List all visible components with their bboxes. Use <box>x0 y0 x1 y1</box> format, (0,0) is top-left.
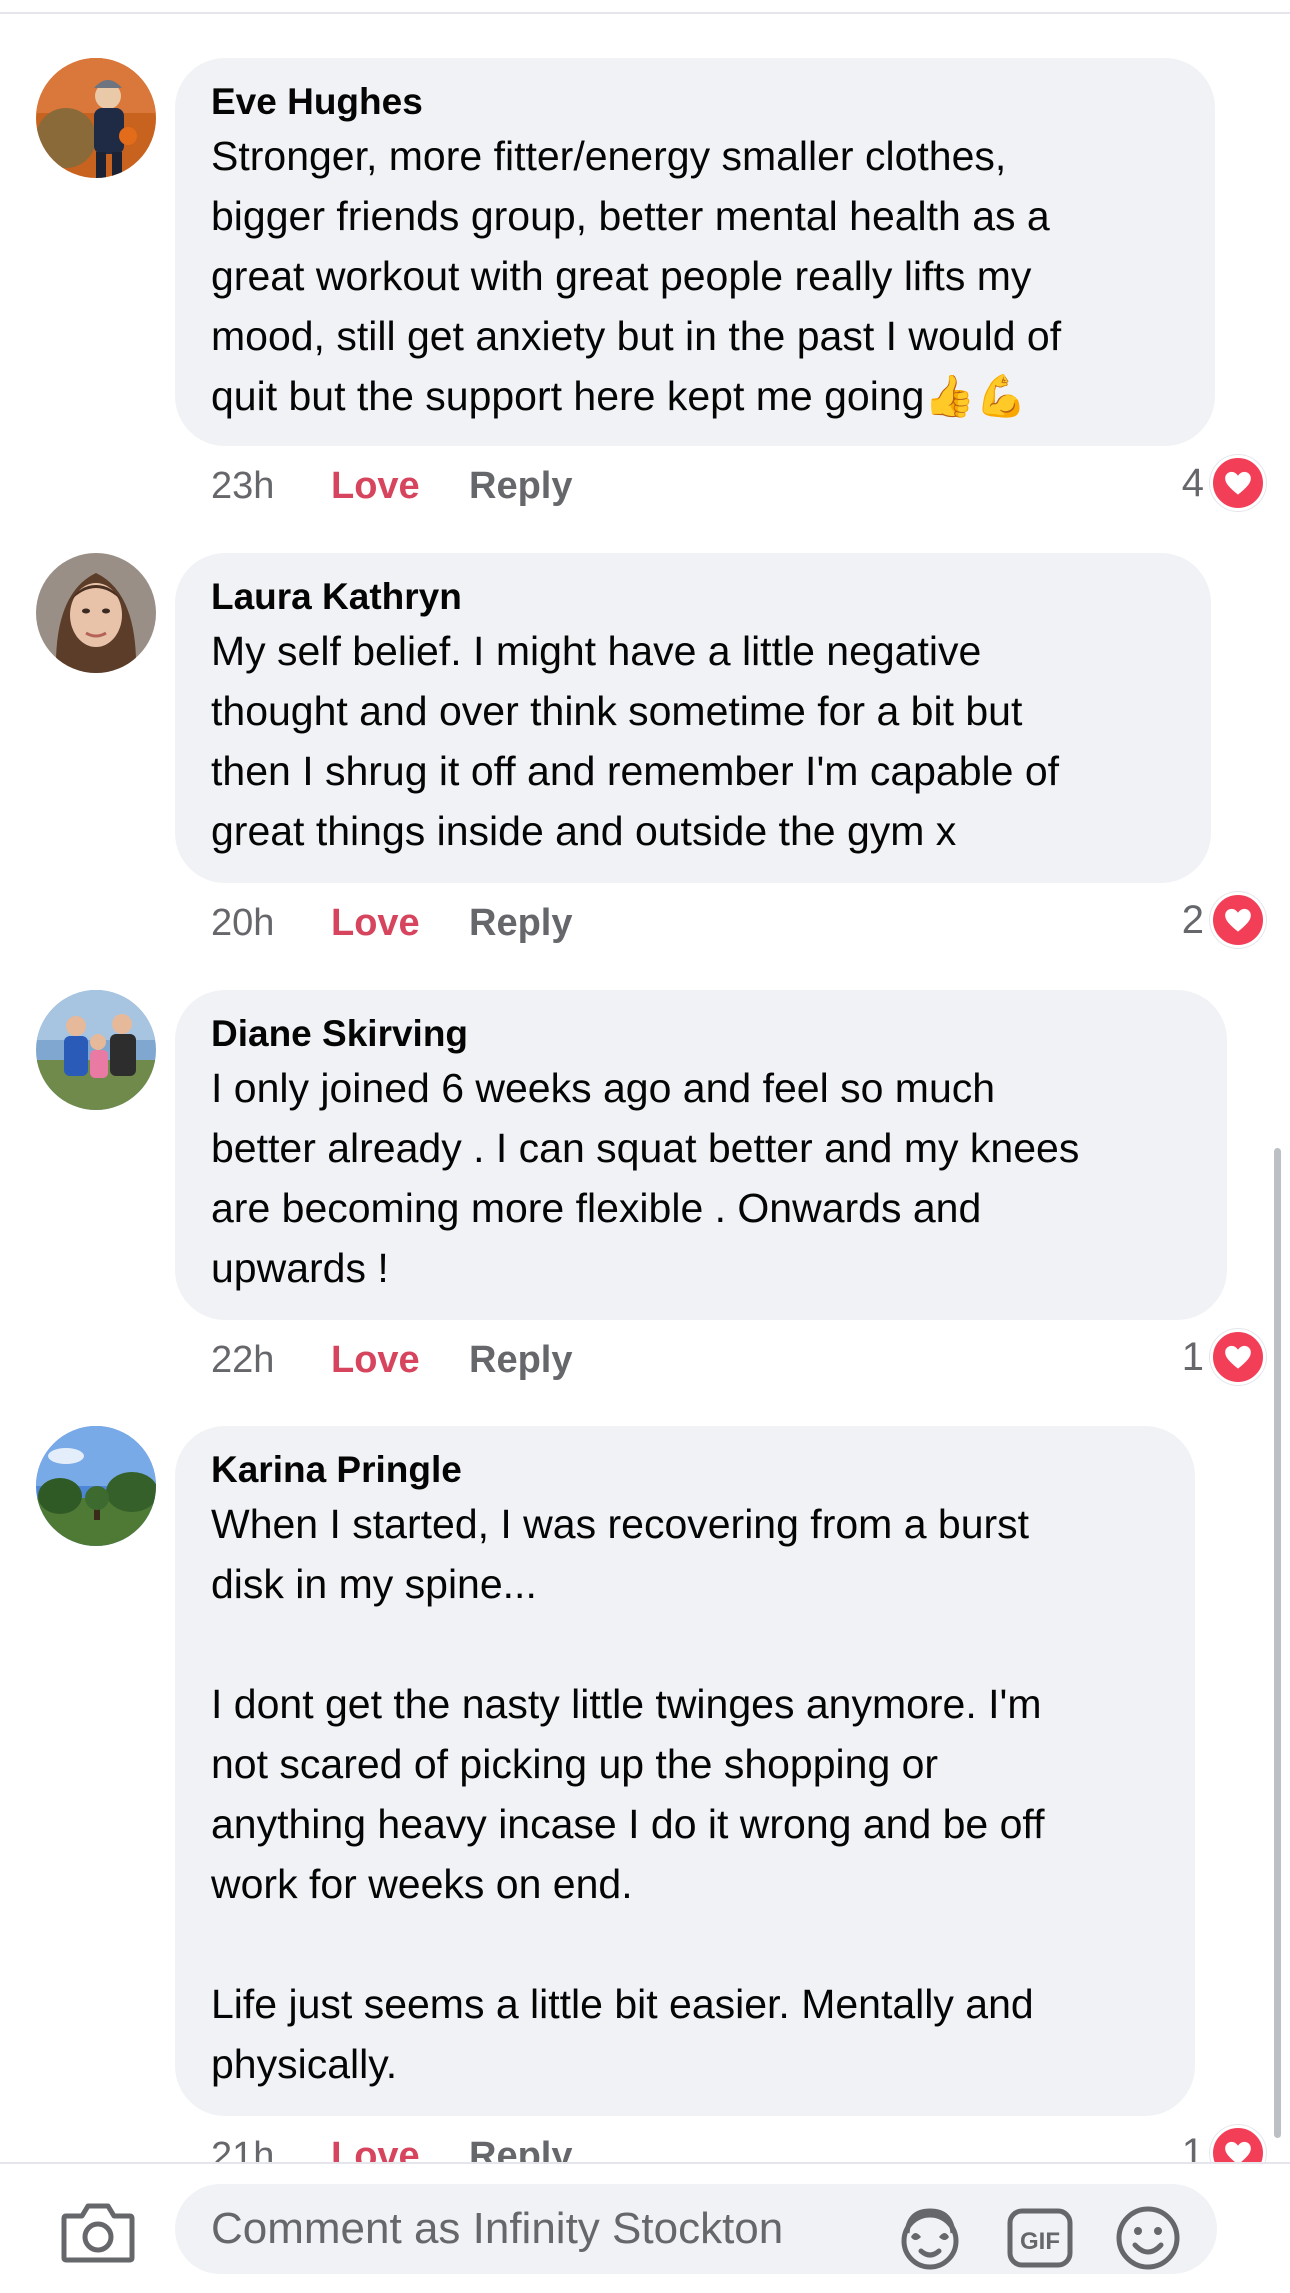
comment-timestamp[interactable]: 22h <box>211 1339 331 1382</box>
reaction-summary[interactable]: 4 <box>1181 455 1266 511</box>
camera-icon[interactable] <box>60 2200 136 2264</box>
reaction-summary[interactable]: 2 <box>1181 892 1266 948</box>
avatar-sticker-icon[interactable] <box>895 2203 965 2273</box>
gif-label: GIF <box>1020 2228 1060 2255</box>
comment-composer: GIF <box>0 2162 1290 2293</box>
comment-text: Stronger, more fitter/energy smaller clo… <box>211 133 1062 419</box>
comment-text: My self belief. I might have a little ne… <box>211 628 1060 854</box>
comment-actions: 22h Love Reply <box>211 1335 572 1385</box>
reaction-count: 1 <box>1181 2130 1204 2163</box>
comment-timestamp[interactable]: 20h <box>211 902 331 945</box>
heart-icon <box>1210 892 1266 948</box>
love-button[interactable]: Love <box>331 1339 469 1382</box>
love-button[interactable]: Love <box>331 2135 469 2163</box>
comment-author[interactable]: Eve Hughes <box>211 80 1179 124</box>
comment-bubble: Laura Kathryn My self belief. I might ha… <box>175 553 1211 883</box>
emoji-icon[interactable] <box>1113 2203 1183 2273</box>
heart-icon <box>1210 2125 1266 2162</box>
reaction-count: 2 <box>1181 897 1204 942</box>
reaction-summary[interactable]: 1 <box>1181 2125 1266 2163</box>
scrollbar[interactable] <box>1274 1148 1281 2138</box>
comment-text: I only joined 6 weeks ago and feel so mu… <box>211 1065 1080 1291</box>
love-button[interactable]: Love <box>331 902 469 945</box>
heart-icon <box>1210 1329 1266 1385</box>
comment-author[interactable]: Diane Skirving <box>211 1012 1191 1056</box>
comments-feed: Eve Hughes Stronger, more fitter/energy … <box>0 0 1290 2162</box>
love-button[interactable]: Love <box>331 465 469 508</box>
avatar[interactable] <box>36 990 156 1110</box>
heart-icon <box>1210 455 1266 511</box>
comment-actions: 21h Love Reply <box>211 2131 572 2163</box>
reaction-count: 1 <box>1181 1334 1204 1379</box>
avatar[interactable] <box>36 58 156 178</box>
comment-actions: 23h Love Reply <box>211 461 572 511</box>
reply-button[interactable]: Reply <box>469 2135 572 2163</box>
reply-button[interactable]: Reply <box>469 465 572 508</box>
comment-timestamp[interactable]: 23h <box>211 465 331 508</box>
gif-button[interactable]: GIF <box>1005 2203 1075 2273</box>
reaction-count: 4 <box>1181 460 1204 505</box>
comment-author[interactable]: Karina Pringle <box>211 1448 1159 1492</box>
avatar[interactable] <box>36 553 156 673</box>
comment-author[interactable]: Laura Kathryn <box>211 575 1175 619</box>
comment-bubble: Eve Hughes Stronger, more fitter/energy … <box>175 58 1215 446</box>
reply-button[interactable]: Reply <box>469 902 572 945</box>
avatar[interactable] <box>36 1426 156 1546</box>
reply-button[interactable]: Reply <box>469 1339 572 1382</box>
comment-bubble: Diane Skirving I only joined 6 weeks ago… <box>175 990 1227 1320</box>
reaction-summary[interactable]: 1 <box>1181 1329 1266 1385</box>
comment-timestamp[interactable]: 21h <box>211 2135 331 2163</box>
comment-actions: 20h Love Reply <box>211 898 572 948</box>
comment-bubble: Karina Pringle When I started, I was rec… <box>175 1426 1195 2116</box>
comment-text: When I started, I was recovering from a … <box>211 1501 1045 2087</box>
